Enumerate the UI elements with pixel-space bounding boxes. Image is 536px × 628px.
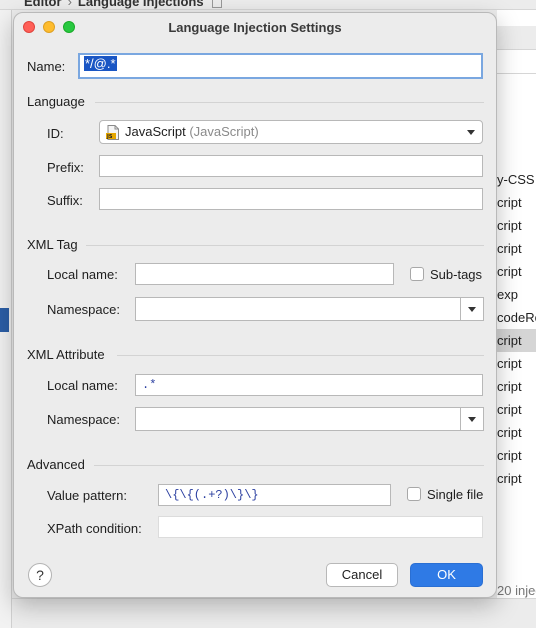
breadcrumb-editor[interactable]: Editor bbox=[24, 0, 62, 9]
subtags-checkbox[interactable] bbox=[410, 267, 424, 281]
xml-tag-local-name-label: Local name: bbox=[47, 267, 118, 282]
ok-button[interactable]: OK bbox=[410, 563, 483, 587]
injection-list-item[interactable]: cript bbox=[497, 237, 536, 260]
language-id-value: JavaScript bbox=[125, 124, 186, 139]
injection-list-item[interactable]: cript bbox=[497, 421, 536, 444]
suffix-field[interactable] bbox=[99, 188, 483, 210]
language-id-select[interactable]: JS JavaScript (JavaScript) bbox=[99, 120, 483, 144]
combo-divider bbox=[460, 408, 461, 430]
ide-bottom-bar bbox=[12, 598, 536, 628]
language-id-label: ID: bbox=[47, 126, 64, 141]
name-field[interactable]: */@.* bbox=[78, 53, 483, 79]
injection-list-item[interactable]: cript bbox=[497, 329, 536, 352]
language-section-title: Language bbox=[27, 94, 85, 109]
injection-list-item[interactable]: cript bbox=[497, 375, 536, 398]
value-pattern-label: Value pattern: bbox=[47, 488, 127, 503]
xpath-condition-label: XPath condition: bbox=[47, 521, 142, 536]
injection-list-item[interactable]: cript bbox=[497, 398, 536, 421]
injection-list-item[interactable]: cript bbox=[497, 214, 536, 237]
chevron-down-icon[interactable] bbox=[468, 307, 476, 312]
breadcrumb-language-injections[interactable]: Language Injections bbox=[78, 0, 204, 9]
help-button[interactable]: ? bbox=[28, 563, 52, 587]
xml-attribute-namespace-combo[interactable] bbox=[135, 407, 484, 431]
dialog-titlebar[interactable]: Language Injection Settings bbox=[14, 13, 496, 41]
injection-list-item[interactable]: exp bbox=[497, 283, 536, 306]
subtags-label[interactable]: Sub-tags bbox=[430, 267, 482, 282]
single-file-checkbox[interactable] bbox=[407, 487, 421, 501]
prefix-field[interactable] bbox=[99, 155, 483, 177]
ide-toolbar: Editor › Language Injections bbox=[0, 0, 536, 10]
injection-list-item[interactable]: cript bbox=[497, 191, 536, 214]
name-value: */@.* bbox=[84, 56, 117, 71]
xml-attribute-local-name-label: Local name: bbox=[47, 378, 118, 393]
xml-attribute-section-title: XML Attribute bbox=[27, 347, 105, 362]
injection-list-item[interactable]: codeRe bbox=[497, 306, 536, 329]
chevron-down-icon[interactable] bbox=[468, 417, 476, 422]
injection-list-item[interactable]: cript bbox=[497, 260, 536, 283]
name-label: Name: bbox=[27, 59, 66, 74]
project-scope-icon bbox=[211, 0, 222, 8]
chevron-down-icon bbox=[467, 130, 475, 135]
xml-tag-section-title: XML Tag bbox=[27, 237, 78, 252]
xml-attribute-local-name-field[interactable]: .* bbox=[135, 374, 483, 396]
injections-filter[interactable] bbox=[497, 50, 536, 74]
xml-attribute-divider bbox=[117, 355, 484, 356]
xml-tag-divider bbox=[86, 245, 484, 246]
injections-toolbar bbox=[497, 26, 536, 50]
javascript-file-icon: JS bbox=[106, 125, 119, 140]
breadcrumb: Editor › Language Injections bbox=[24, 0, 222, 9]
sidebar-selected-item[interactable] bbox=[0, 308, 9, 332]
combo-divider bbox=[460, 298, 461, 320]
xpath-condition-field[interactable] bbox=[158, 516, 483, 538]
injection-list-item[interactable]: cript bbox=[497, 467, 536, 490]
language-divider bbox=[95, 102, 484, 103]
advanced-section-title: Advanced bbox=[27, 457, 85, 472]
single-file-label[interactable]: Single file bbox=[427, 487, 483, 502]
xml-tag-local-name-field[interactable] bbox=[135, 263, 394, 285]
suffix-label: Suffix: bbox=[47, 193, 83, 208]
xml-tag-namespace-label: Namespace: bbox=[47, 302, 120, 317]
prefix-label: Prefix: bbox=[47, 160, 84, 175]
cancel-button[interactable]: Cancel bbox=[326, 563, 398, 587]
injection-list-item[interactable]: y-CSS bbox=[497, 168, 536, 191]
injection-list-item[interactable]: cript bbox=[497, 444, 536, 467]
xml-attribute-namespace-label: Namespace: bbox=[47, 412, 120, 427]
svg-text:JS: JS bbox=[106, 134, 113, 140]
language-id-hint: (JavaScript) bbox=[189, 124, 259, 139]
language-injection-dialog: Language Injection Settings Name: */@.* … bbox=[13, 12, 497, 598]
value-pattern-field[interactable]: \{\{(.+?)\}\} bbox=[158, 484, 391, 506]
dialog-title: Language Injection Settings bbox=[168, 20, 342, 35]
advanced-divider bbox=[94, 465, 484, 466]
xml-tag-namespace-combo[interactable] bbox=[135, 297, 484, 321]
breadcrumb-separator-icon: › bbox=[67, 0, 72, 9]
injection-list-item[interactable]: cript bbox=[497, 352, 536, 375]
